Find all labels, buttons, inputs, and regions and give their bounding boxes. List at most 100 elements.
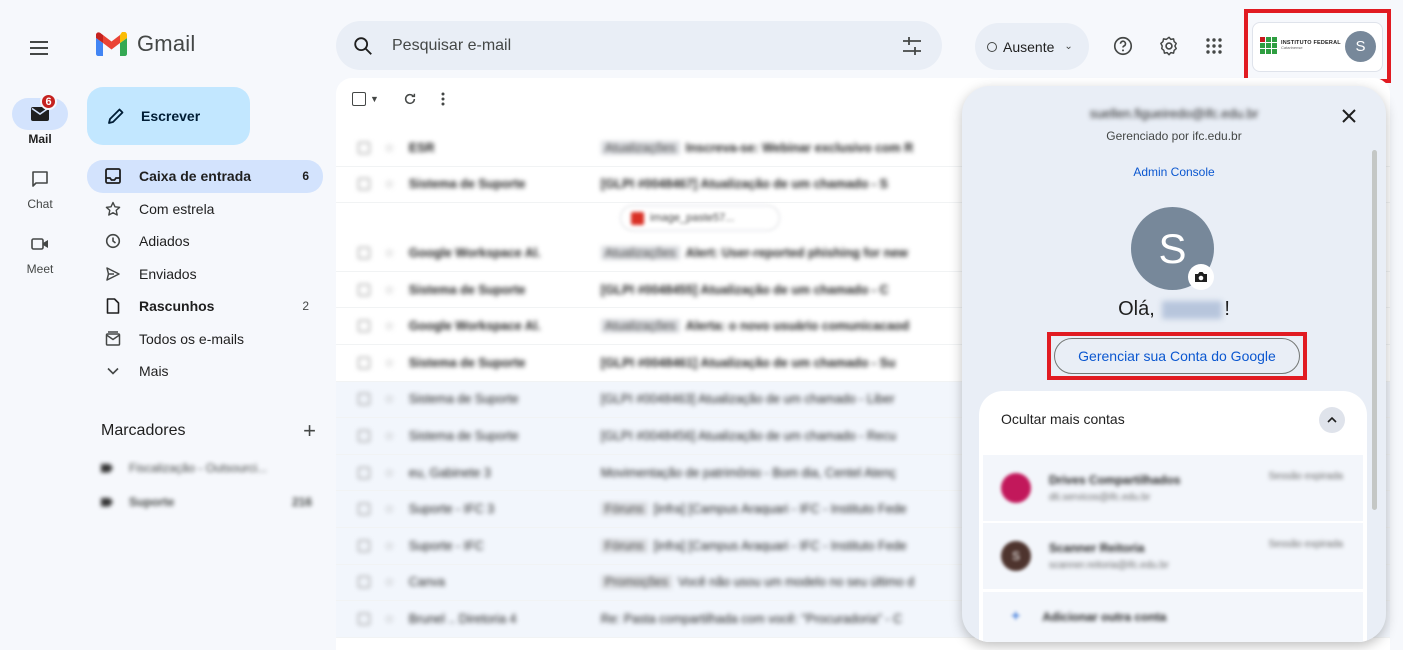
rail-item-chat[interactable]: Chat xyxy=(0,163,80,211)
email-subject: Inscreva-se: Webinar exclusivo com R xyxy=(685,140,914,155)
star-icon[interactable]: ☆ xyxy=(384,319,395,333)
compose-button[interactable]: Escrever xyxy=(87,87,250,145)
email-subject: [infra] [Campus Araquari - IFC - Institu… xyxy=(653,538,907,553)
row-checkbox[interactable] xyxy=(358,320,370,333)
add-label-button[interactable]: + xyxy=(303,418,316,444)
close-icon xyxy=(1342,109,1356,123)
search-options-icon[interactable] xyxy=(900,34,924,58)
rail-item-meet[interactable]: Meet xyxy=(0,228,80,276)
send-icon xyxy=(106,267,120,281)
row-checkbox[interactable] xyxy=(358,612,370,625)
nav-label-more: Mais xyxy=(139,363,169,380)
search-input[interactable] xyxy=(392,21,892,70)
nav-item-drafts[interactable]: Rascunhos 2 xyxy=(87,290,323,323)
label-item[interactable]: Fiscalização - Outsourci... xyxy=(101,456,316,480)
nav-label-all-mail: Todos os e-mails xyxy=(139,330,245,347)
email-subject: [GLPI #0048463] Atualização de um chamad… xyxy=(600,392,895,407)
row-checkbox[interactable] xyxy=(358,393,370,406)
row-checkbox[interactable] xyxy=(358,246,370,259)
greeting-prefix: Olá, xyxy=(1118,298,1155,320)
add-account-button[interactable]: + Adicionar outra conta xyxy=(983,592,1363,642)
rail-label-mail: Mail xyxy=(28,132,52,146)
account-item[interactable]: Drives Compartilhados dti.servicos@ifc.e… xyxy=(983,455,1363,521)
drafts-count: 2 xyxy=(302,299,309,314)
admin-console-link[interactable]: Admin Console xyxy=(962,165,1386,179)
rail-item-mail[interactable]: 6 Mail xyxy=(0,93,80,146)
folder-nav: Caixa de entrada 6 Com estrela Adiados E… xyxy=(87,160,323,388)
email-subject: [GLPI #0048461] Atualização de um chamad… xyxy=(600,355,896,370)
change-photo-button[interactable] xyxy=(1188,264,1214,290)
star-icon[interactable]: ☆ xyxy=(384,141,395,155)
camera-icon xyxy=(1195,272,1207,282)
row-checkbox[interactable] xyxy=(358,429,370,442)
close-popover-button[interactable] xyxy=(1337,104,1361,128)
collapse-accounts-button[interactable] xyxy=(1319,407,1345,433)
row-checkbox[interactable] xyxy=(358,356,370,369)
account-avatar xyxy=(1001,473,1031,503)
row-checkbox[interactable] xyxy=(358,283,370,296)
row-checkbox[interactable] xyxy=(358,539,370,552)
star-icon[interactable]: ☆ xyxy=(384,575,395,589)
star-icon[interactable]: ☆ xyxy=(384,466,395,480)
star-icon[interactable]: ☆ xyxy=(384,429,395,443)
email-sender: eu, Gabinete 3 xyxy=(408,465,491,480)
account-status: Sessão expirada xyxy=(1268,471,1344,482)
popover-scrollbar[interactable] xyxy=(1372,150,1377,510)
star-icon[interactable]: ☆ xyxy=(384,392,395,406)
attachment-chip[interactable]: image_paste57... xyxy=(620,205,780,232)
nav-label-sent: Enviados xyxy=(139,265,197,282)
status-away-icon xyxy=(987,41,997,52)
account-email: suellen.figueiredo@ifc.edu.br xyxy=(1089,106,1259,121)
row-checkbox[interactable] xyxy=(358,503,370,516)
email-sender: Suporte - IFC 3 xyxy=(408,502,495,517)
chevron-down-icon: ⌄ xyxy=(1064,41,1073,52)
category-tag: Atualizações xyxy=(600,140,680,155)
label-tag-icon xyxy=(101,463,113,473)
search-icon[interactable] xyxy=(352,35,374,57)
row-checkbox[interactable] xyxy=(358,178,370,191)
main-menu-button[interactable] xyxy=(22,30,58,66)
chevron-down-icon xyxy=(107,368,119,375)
nav-label-snoozed: Adiados xyxy=(139,233,190,250)
category-tag: Atualizações xyxy=(600,245,680,260)
refresh-button[interactable] xyxy=(403,92,417,106)
hide-accounts-toggle[interactable]: Ocultar mais contas xyxy=(979,391,1367,447)
nav-item-snoozed[interactable]: Adiados xyxy=(87,225,323,258)
email-sender: Google Workspace Al. xyxy=(408,245,541,260)
account-item[interactable]: S Scanner Reitoria scanner.reitoria@ifc.… xyxy=(983,523,1363,589)
gmail-m-icon xyxy=(96,32,127,56)
more-options-button[interactable] xyxy=(441,92,445,106)
greeting-suffix: ! xyxy=(1224,298,1230,320)
nav-item-sent[interactable]: Enviados xyxy=(87,258,323,291)
label-tag-icon xyxy=(101,497,113,507)
star-icon[interactable]: ☆ xyxy=(384,283,395,297)
help-button[interactable] xyxy=(1110,33,1136,59)
nav-item-starred[interactable]: Com estrela xyxy=(87,193,323,226)
search-bar xyxy=(336,21,942,70)
label-count: 216 xyxy=(291,495,312,509)
pencil-icon xyxy=(108,108,124,124)
star-icon[interactable]: ☆ xyxy=(384,539,395,553)
select-all-checkbox[interactable]: ▼ xyxy=(352,92,379,106)
email-subject: Movimentação de patrimônio - Bom dia, Ce… xyxy=(600,465,897,480)
email-subject: [GLPI #0048456] Atualização de um chamad… xyxy=(600,428,897,443)
star-icon[interactable]: ☆ xyxy=(384,502,395,516)
gmail-logo[interactable]: Gmail xyxy=(96,31,195,57)
star-icon[interactable]: ☆ xyxy=(384,356,395,370)
star-icon[interactable]: ☆ xyxy=(384,612,395,626)
row-checkbox[interactable] xyxy=(358,466,370,479)
nav-item-more[interactable]: Mais xyxy=(87,355,323,388)
star-icon[interactable]: ☆ xyxy=(384,246,395,260)
nav-item-inbox[interactable]: Caixa de entrada 6 xyxy=(87,160,323,193)
attachment-name: image_paste57... xyxy=(650,212,735,225)
apps-button[interactable] xyxy=(1201,33,1227,59)
settings-button[interactable] xyxy=(1156,33,1182,59)
status-selector[interactable]: Ausente ⌄ xyxy=(975,23,1089,70)
row-checkbox[interactable] xyxy=(358,141,370,154)
star-icon[interactable]: ☆ xyxy=(384,177,395,191)
nav-item-all-mail[interactable]: Todos os e-mails xyxy=(87,323,323,356)
label-item[interactable]: Suporte 216 xyxy=(101,490,316,514)
row-checkbox[interactable] xyxy=(358,576,370,589)
draft-file-icon xyxy=(106,298,120,315)
email-sender: Suporte - IFC xyxy=(408,538,484,553)
